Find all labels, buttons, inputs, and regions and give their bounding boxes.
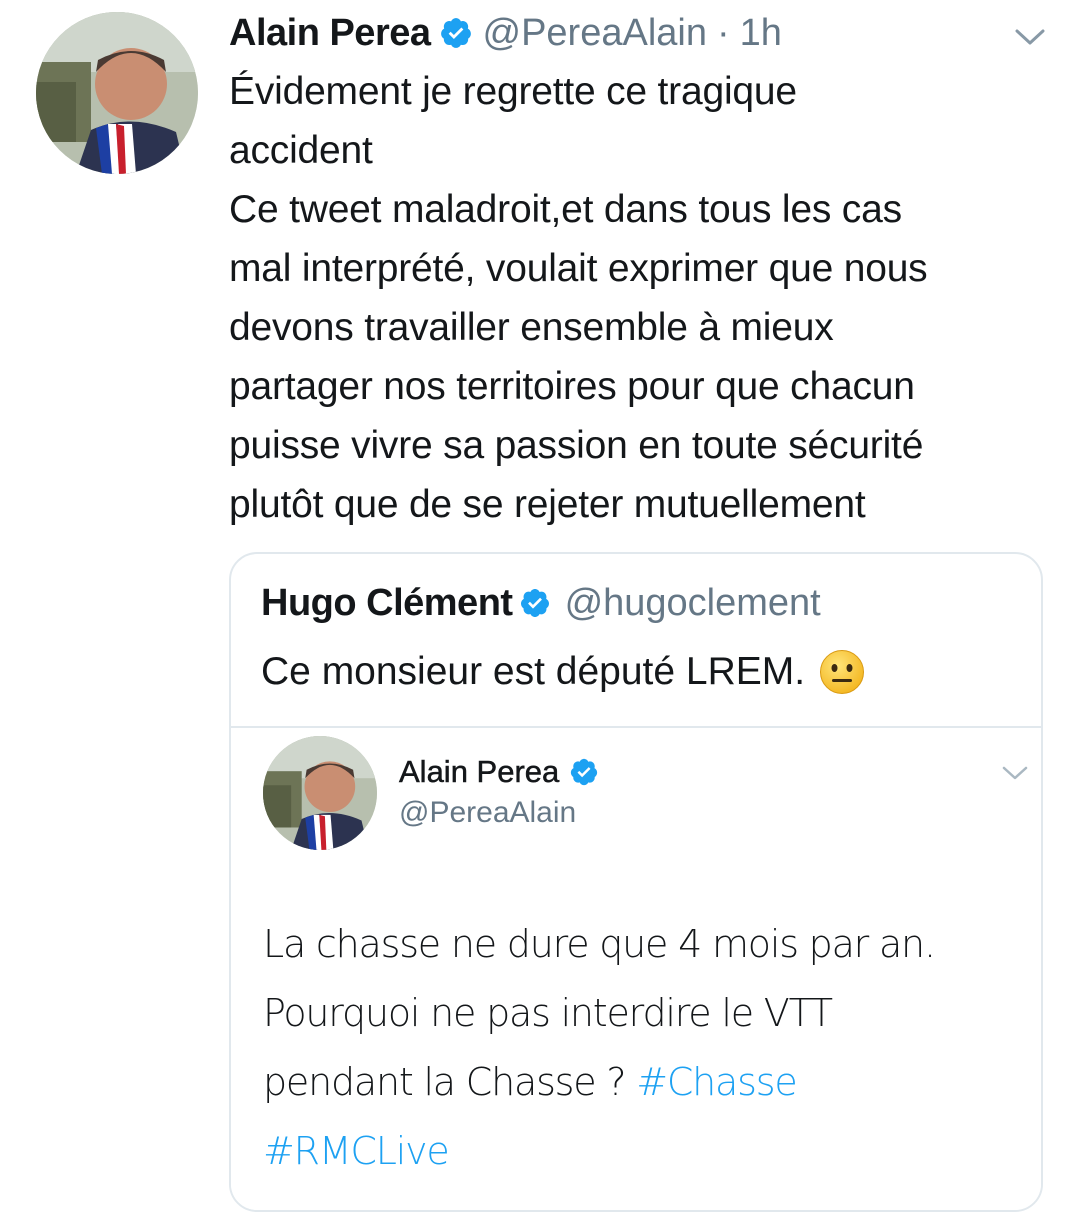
embedded-author-handle: @PereaAlain (399, 796, 577, 829)
embedded-text-line: Pourquoi ne pas interdire le VTT (263, 991, 833, 1035)
tweet-text-line: partager nos territoires pour que chacun (229, 365, 915, 408)
quote-text: Ce monsieur est député LREM. (261, 642, 865, 701)
author-handle[interactable]: @PereaAlain (483, 12, 707, 55)
neutral-face-emoji-icon (819, 649, 865, 695)
tweet-text-line: puisse vivre sa passion en toute sécurit… (229, 424, 924, 467)
verified-badge-icon (439, 16, 473, 50)
tweet: Alain Perea @PereaAlain · 1h Évidement j… (0, 0, 1066, 1212)
avatar-photo (263, 736, 377, 850)
tweet-text: Évidement je regrette ce tragique accide… (229, 62, 1059, 534)
embedded-text-line: pendant la Chasse ? #Chasse (263, 1048, 1023, 1117)
quote-text-content: Ce monsieur est député LREM. (261, 650, 806, 693)
quote-author-handle[interactable]: @hugoclement (565, 582, 821, 625)
quote-header: Hugo Clément @hugoclement (261, 578, 821, 628)
hashtag-link[interactable]: #Chasse (636, 1060, 798, 1104)
embedded-author-name-row: Alain Perea (399, 754, 609, 790)
tweet-header: Alain Perea @PereaAlain · 1h (229, 8, 782, 58)
verified-badge-icon (569, 757, 599, 787)
embedded-text-segment: pendant la Chasse ? (263, 1060, 637, 1104)
header-separator: · (716, 11, 730, 54)
author-avatar[interactable] (36, 12, 198, 174)
tweet-timestamp[interactable]: 1h (740, 12, 782, 55)
embedded-text-line: #RMCLive (263, 1117, 1023, 1186)
avatar-photo (36, 12, 198, 174)
embedded-tweet-text: La chasse ne dure que 4 mois par an. Pou… (263, 910, 1023, 1186)
quote-author-display-name[interactable]: Hugo Clément (261, 582, 513, 625)
embedded-author-display-name: Alain Perea (399, 754, 560, 790)
hashtag-link[interactable]: #RMCLive (263, 1129, 450, 1173)
quoted-tweet-card[interactable]: Hugo Clément @hugoclement Ce monsieur es… (229, 552, 1043, 1212)
tweet-text-line: mal interprété, voulait exprimer que nou… (229, 247, 928, 290)
chevron-down-icon[interactable] (1012, 22, 1048, 52)
tweet-text-line: Évidement je regrette ce tragique (229, 70, 797, 113)
tweet-text-line: plutôt que de se rejeter mutuellement (229, 483, 866, 526)
tweet-text-line: Ce tweet maladroit,et dans tous les cas (229, 188, 902, 231)
embedded-author-avatar (263, 736, 377, 850)
embedded-tweet-screenshot: Alain Perea @PereaAlain La chasse ne dur… (231, 728, 1041, 1210)
embedded-text-line: La chasse ne dure que 4 mois par an. (263, 922, 936, 966)
verified-badge-icon (519, 587, 551, 619)
tweet-text-line: devons travailler ensemble à mieux (229, 306, 834, 349)
chevron-down-icon (1001, 762, 1029, 784)
author-display-name[interactable]: Alain Perea (229, 12, 431, 55)
tweet-text-line: accident (229, 129, 373, 172)
